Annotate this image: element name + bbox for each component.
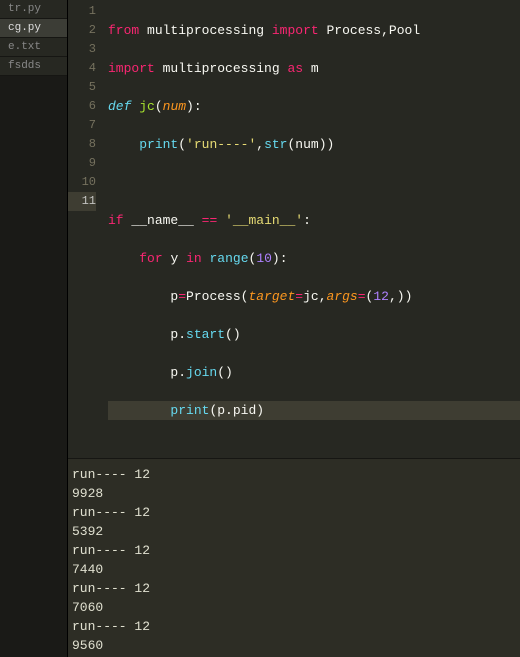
line-number: 7 bbox=[68, 116, 96, 135]
line-number: 6 bbox=[68, 97, 96, 116]
code-line[interactable] bbox=[108, 173, 520, 192]
line-number: 3 bbox=[68, 40, 96, 59]
line-gutter: 1 2 3 4 5 6 7 8 9 10 11 bbox=[68, 0, 108, 458]
line-number: 8 bbox=[68, 135, 96, 154]
code-line[interactable]: import multiprocessing as m bbox=[108, 59, 520, 78]
line-number: 4 bbox=[68, 59, 96, 78]
code-editor[interactable]: 1 2 3 4 5 6 7 8 9 10 11 from multiproces… bbox=[68, 0, 520, 458]
tab-tr-py[interactable]: tr.py bbox=[0, 0, 67, 19]
tab-e-txt[interactable]: e.txt bbox=[0, 38, 67, 57]
line-number: 9 bbox=[68, 154, 96, 173]
line-number: 1 bbox=[68, 2, 96, 21]
line-number: 5 bbox=[68, 78, 96, 97]
code-line[interactable]: if __name__ == '__main__': bbox=[108, 211, 520, 230]
tab-fsdds[interactable]: fsdds bbox=[0, 57, 67, 76]
code-line[interactable]: p.join() bbox=[108, 363, 520, 382]
tabs-sidebar: tr.py cg.py e.txt fsdds bbox=[0, 0, 68, 657]
line-number: 10 bbox=[68, 173, 96, 192]
code-line[interactable]: from multiprocessing import Process,Pool bbox=[108, 21, 520, 40]
tab-cg-py[interactable]: cg.py bbox=[0, 19, 67, 38]
code-line[interactable]: print(p.pid) bbox=[108, 401, 520, 420]
code-area[interactable]: from multiprocessing import Process,Pool… bbox=[108, 0, 520, 458]
code-line[interactable]: for y in range(10): bbox=[108, 249, 520, 268]
code-line[interactable]: print('run----',str(num)) bbox=[108, 135, 520, 154]
code-line[interactable]: def jc(num): bbox=[108, 97, 520, 116]
line-number: 2 bbox=[68, 21, 96, 40]
code-line[interactable]: p.start() bbox=[108, 325, 520, 344]
main-pane: 1 2 3 4 5 6 7 8 9 10 11 from multiproces… bbox=[68, 0, 520, 657]
line-number: 11 bbox=[68, 192, 96, 211]
code-line[interactable]: p=Process(target=jc,args=(12,)) bbox=[108, 287, 520, 306]
build-output[interactable]: run---- 12 9928 run---- 12 5392 run---- … bbox=[68, 458, 520, 657]
